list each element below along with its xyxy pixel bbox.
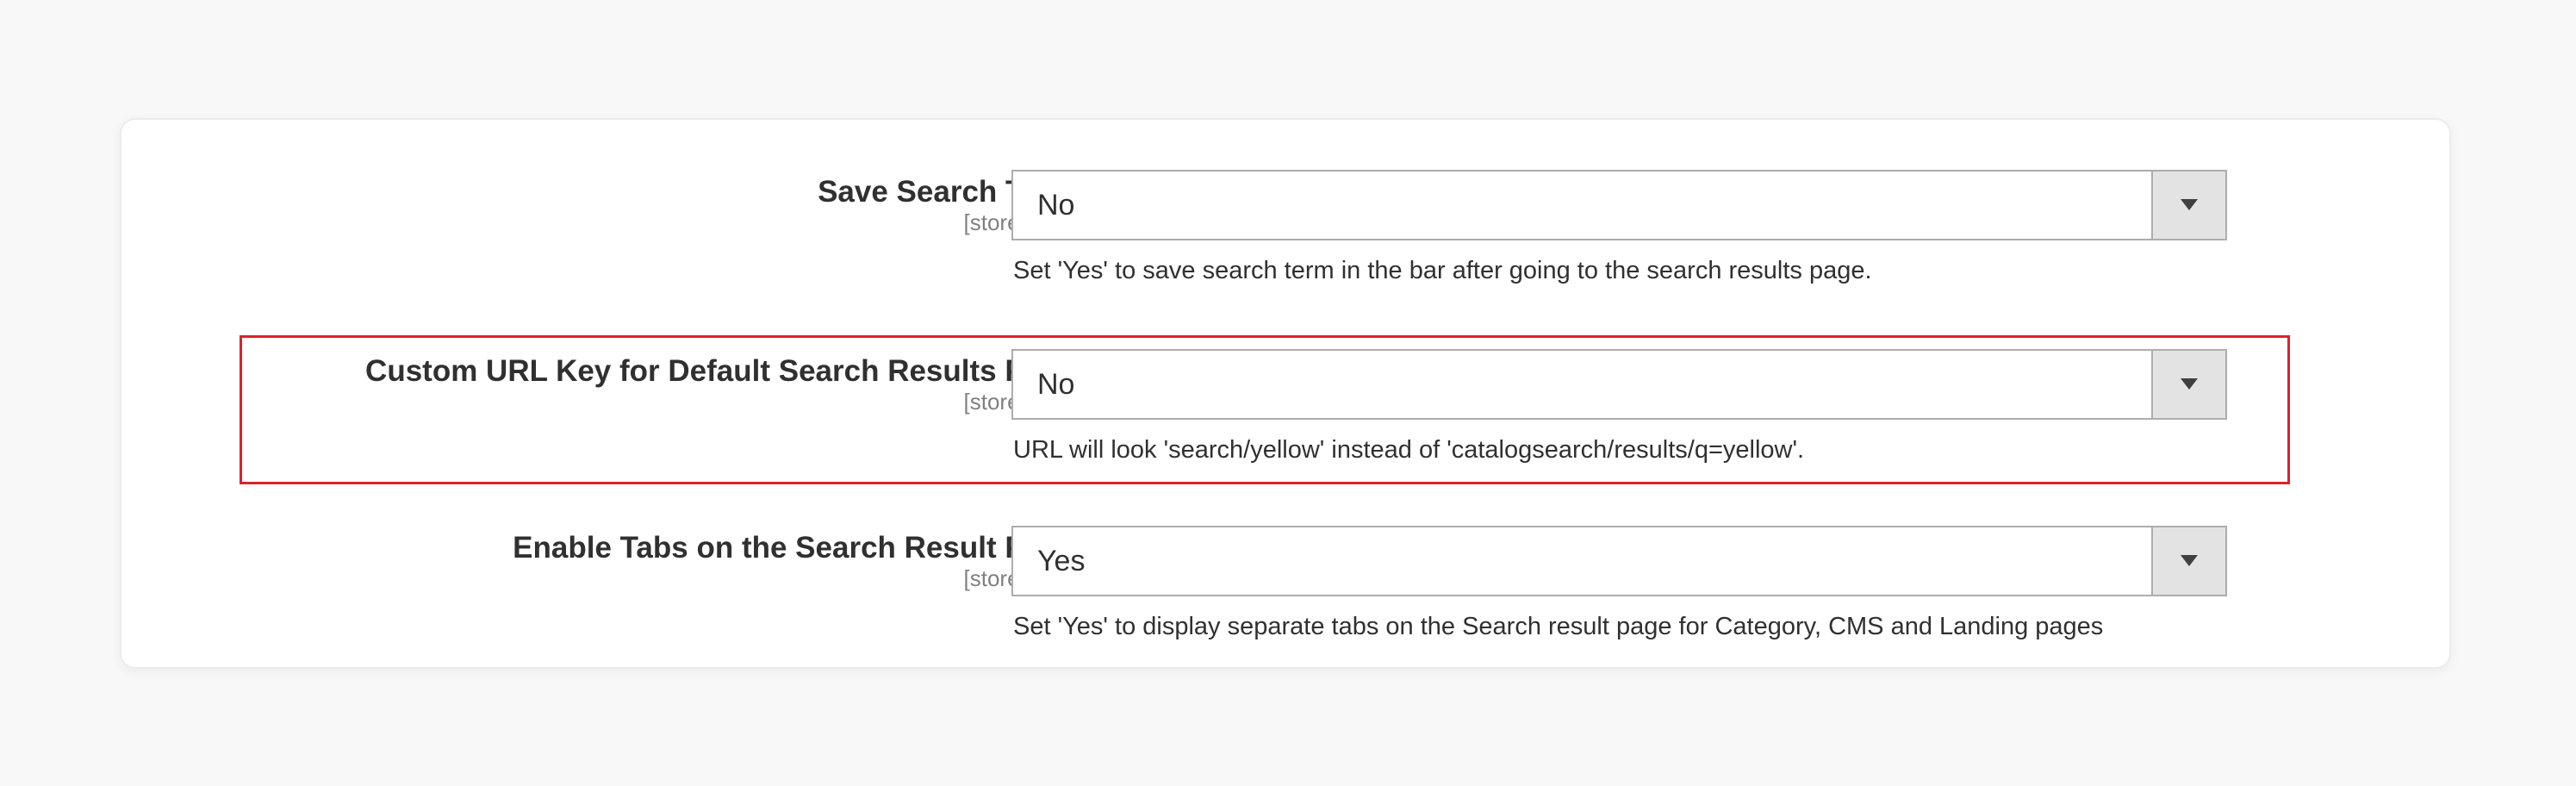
select-toggle[interactable] <box>2151 172 2225 239</box>
settings-card: Save Search Term [store view] No Set 'Ye… <box>120 118 2451 669</box>
save-search-term-select[interactable]: No <box>1011 170 2227 240</box>
select-toggle[interactable] <box>2151 527 2225 595</box>
chevron-down-icon <box>2181 378 2198 390</box>
select-value: No <box>1037 368 1075 401</box>
setting-label: Enable Tabs on the Search Result Page <box>513 531 1077 565</box>
select-value: Yes <box>1037 545 1086 577</box>
select-value: No <box>1037 189 1075 221</box>
setting-scope: [store view] <box>963 389 1078 415</box>
enable-tabs-select[interactable]: Yes <box>1011 526 2227 596</box>
chevron-down-icon <box>2181 199 2198 210</box>
custom-url-key-select[interactable]: No <box>1011 349 2227 420</box>
setting-note: Set 'Yes' to display separate tabs on th… <box>1013 613 2104 640</box>
setting-note: URL will look 'search/yellow' instead of… <box>1013 436 1805 464</box>
setting-label: Custom URL Key for Default Search Result… <box>365 354 1077 388</box>
setting-label-group: Enable Tabs on the Search Result Page [s… <box>513 531 1077 591</box>
select-toggle[interactable] <box>2151 351 2225 418</box>
setting-label-group: Custom URL Key for Default Search Result… <box>365 354 1077 415</box>
setting-note: Set 'Yes' to save search term in the bar… <box>1013 257 1872 284</box>
setting-scope: [store view] <box>963 565 1078 591</box>
chevron-down-icon <box>2181 555 2198 566</box>
